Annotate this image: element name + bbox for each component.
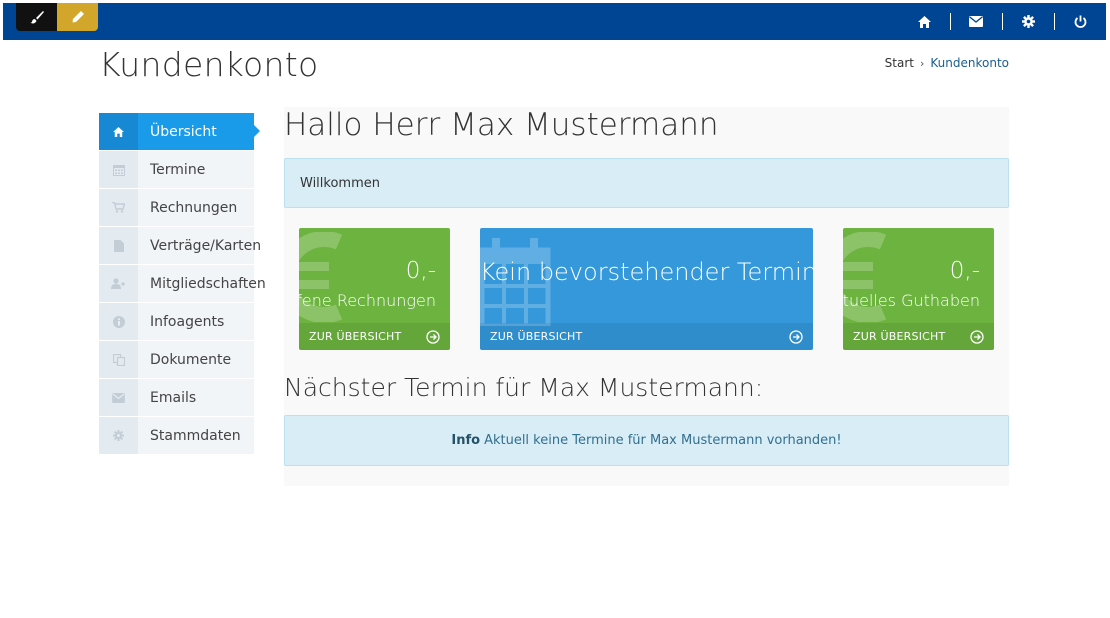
- sidebar-item-label: Rechnungen: [150, 199, 238, 216]
- home-button[interactable]: [898, 3, 950, 40]
- logout-button[interactable]: [1054, 3, 1106, 40]
- sidebar-menu: Übersicht Termine Rechnungen Verträge/Ka…: [99, 113, 266, 455]
- brush-button[interactable]: [16, 3, 57, 31]
- tile-link-label: ZUR ÜBERSICHT: [853, 330, 946, 343]
- tile-link-label: ZUR ÜBERSICHT: [490, 330, 583, 343]
- main-content: Hallo Herr Max Mustermann Willkommen 0,-…: [284, 107, 1009, 486]
- credit-balance-value: 0,-: [949, 258, 980, 284]
- home-icon: [917, 15, 931, 28]
- breadcrumb-separator: ›: [919, 56, 925, 70]
- tile-link-label: ZUR ÜBERSICHT: [309, 330, 402, 343]
- theme-tools: [16, 3, 98, 31]
- arrow-circle-right-icon: [789, 329, 803, 344]
- next-appointment-heading: Nächster Termin für Max Mustermann:: [284, 373, 764, 402]
- credit-balance-link[interactable]: ZUR ÜBERSICHT: [843, 323, 994, 350]
- welcome-alert: Willkommen: [284, 158, 1009, 208]
- welcome-text: Willkommen: [300, 176, 380, 191]
- info-label: Info: [451, 433, 481, 448]
- sidebar-item-vertraege[interactable]: Verträge/Karten: [99, 227, 261, 265]
- topbar-actions: [898, 3, 1106, 40]
- next-appointment-tile: Kein bevorstehender Termin ZUR ÜBERSICHT: [480, 228, 813, 350]
- sidebar-item-emails[interactable]: Emails: [99, 379, 254, 417]
- top-navigation-bar: [3, 3, 1106, 40]
- calendar-icon: [99, 151, 138, 188]
- info-text: Aktuell keine Termine für Max Mustermann…: [484, 433, 842, 448]
- sidebar-item-uebersicht[interactable]: Übersicht: [99, 113, 260, 151]
- info-icon: [99, 303, 138, 340]
- gear-icon: [99, 417, 138, 454]
- sidebar-item-label: Emails: [150, 389, 197, 406]
- power-icon: [1074, 15, 1086, 28]
- open-invoices-value: 0,-: [405, 258, 436, 284]
- arrow-circle-right-icon: [970, 329, 984, 344]
- no-appointments-alert: Info Aktuell keine Termine für Max Muste…: [284, 415, 1009, 466]
- sidebar-item-rechnungen[interactable]: Rechnungen: [99, 189, 254, 227]
- breadcrumb-current[interactable]: Kundenkonto: [930, 56, 1009, 70]
- cart-icon: [99, 189, 138, 226]
- sidebar-item-termine[interactable]: Termine: [99, 151, 254, 189]
- sidebar-item-label: Termine: [150, 161, 206, 178]
- next-appointment-link[interactable]: ZUR ÜBERSICHT: [480, 323, 813, 350]
- brush-icon: [30, 11, 44, 24]
- gear-icon: [1021, 15, 1035, 28]
- settings-button[interactable]: [1002, 3, 1054, 40]
- breadcrumb-home-link[interactable]: Start: [885, 56, 914, 70]
- pencil-icon: [72, 11, 84, 23]
- user-plus-icon: [99, 265, 138, 302]
- sidebar-item-mitgliedschaften[interactable]: Mitgliedschaften: [99, 265, 266, 303]
- sidebar-item-infoagents[interactable]: Infoagents: [99, 303, 254, 341]
- sidebar-item-dokumente[interactable]: Dokumente: [99, 341, 254, 379]
- envelope-icon: [99, 379, 138, 416]
- file-icon: [99, 227, 138, 264]
- open-invoices-link[interactable]: ZUR ÜBERSICHT: [299, 323, 450, 350]
- sidebar-item-label: Infoagents: [150, 313, 225, 330]
- credit-balance-tile: 0,- Aktuelles Guthaben ZUR ÜBERSICHT: [843, 228, 994, 350]
- arrow-circle-right-icon: [426, 329, 440, 344]
- sidebar-item-label: Verträge/Karten: [150, 237, 262, 254]
- greeting-heading: Hallo Herr Max Mustermann: [284, 107, 719, 143]
- sidebar-item-label: Dokumente: [150, 351, 232, 368]
- messages-button[interactable]: [950, 3, 1002, 40]
- home-icon: [99, 113, 138, 150]
- pencil-button[interactable]: [57, 3, 98, 31]
- envelope-icon: [969, 16, 983, 27]
- sidebar-item-label: Mitgliedschaften: [150, 275, 266, 292]
- credit-balance-label: Aktuelles Guthaben: [843, 291, 980, 310]
- open-invoices-tile: 0,- Offene Rechnungen ZUR ÜBERSICHT: [299, 228, 450, 350]
- copy-icon: [99, 341, 138, 378]
- open-invoices-label: Offene Rechnungen: [299, 291, 436, 310]
- next-appointment-value: Kein bevorstehender Termin: [480, 258, 813, 286]
- page-title: Kundenkonto: [99, 45, 319, 84]
- sidebar-item-stammdaten[interactable]: Stammdaten: [99, 417, 254, 455]
- sidebar-item-label: Stammdaten: [150, 427, 241, 444]
- sidebar-item-label: Übersicht: [150, 123, 217, 140]
- breadcrumb: Start › Kundenkonto: [885, 56, 1009, 70]
